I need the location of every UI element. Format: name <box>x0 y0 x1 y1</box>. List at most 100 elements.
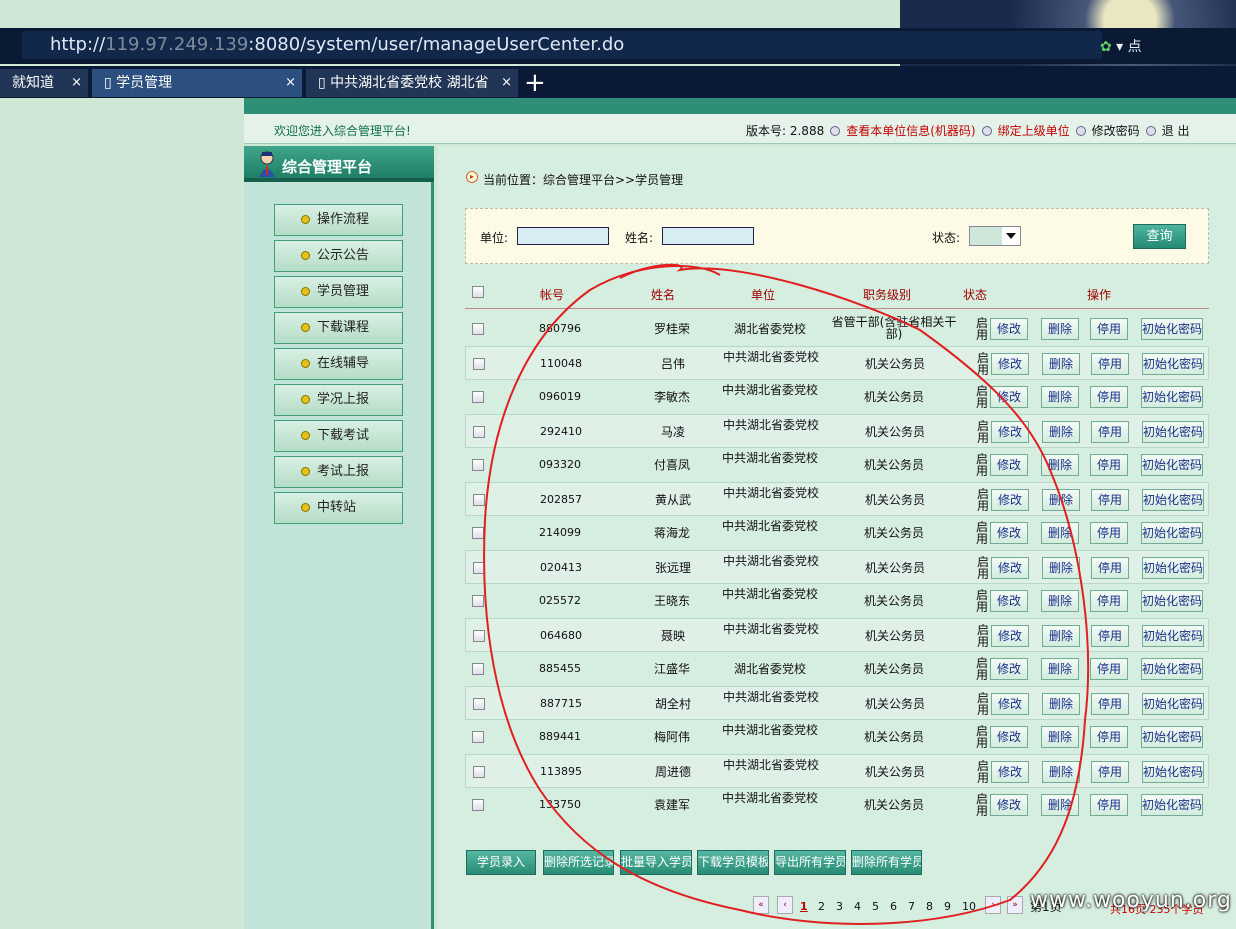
reset-password-button[interactable]: 初始化密码 <box>1142 625 1204 647</box>
delete-button[interactable]: 删除 <box>1042 761 1080 783</box>
row-checkbox[interactable] <box>473 698 485 710</box>
refresh-icon[interactable]: ✿ <box>1100 39 1112 55</box>
reset-password-button[interactable]: 初始化密码 <box>1142 557 1204 579</box>
reset-password-button[interactable]: 初始化密码 <box>1142 489 1204 511</box>
delete-button[interactable]: 删除 <box>1042 557 1080 579</box>
edit-button[interactable]: 修改 <box>991 557 1029 579</box>
row-checkbox[interactable] <box>473 426 485 438</box>
sidebar-item-study-report[interactable]: 学况上报 <box>274 384 403 416</box>
close-icon[interactable]: × <box>501 69 512 97</box>
sidebar-item-download-courses[interactable]: 下载课程 <box>274 312 403 344</box>
delete-button[interactable]: 删除 <box>1041 590 1079 612</box>
reset-password-button[interactable]: 初始化密码 <box>1142 421 1204 443</box>
browser-toolbar-icons[interactable]: ✿ ▾ 点 <box>1100 36 1142 56</box>
delete-all-button[interactable]: 删除所有学员 <box>851 850 922 875</box>
disable-button[interactable]: 停用 <box>1091 353 1129 375</box>
edit-button[interactable]: 修改 <box>991 625 1029 647</box>
bind-parent-link[interactable]: 绑定上级单位 <box>998 124 1070 138</box>
disable-button[interactable]: 停用 <box>1090 794 1128 816</box>
view-unit-info-link[interactable]: 查看本单位信息(机器码) <box>846 124 975 138</box>
reset-password-button[interactable]: 初始化密码 <box>1142 761 1204 783</box>
row-checkbox[interactable] <box>473 766 485 778</box>
batch-import-button[interactable]: 批量导入学员 <box>620 850 692 875</box>
delete-button[interactable]: 删除 <box>1041 658 1079 680</box>
toolbar-right-label[interactable]: 点 <box>1128 39 1142 55</box>
close-icon[interactable]: × <box>71 69 82 97</box>
row-checkbox[interactable] <box>472 391 484 403</box>
delete-button[interactable]: 删除 <box>1042 421 1080 443</box>
disable-button[interactable]: 停用 <box>1090 454 1128 476</box>
add-user-button[interactable]: 学员录入 <box>466 850 536 875</box>
row-checkbox[interactable] <box>472 323 484 335</box>
query-button[interactable]: 查询 <box>1133 224 1186 249</box>
edit-button[interactable]: 修改 <box>990 794 1028 816</box>
reset-password-button[interactable]: 初始化密码 <box>1142 353 1204 375</box>
page-link[interactable]: 8 <box>926 900 933 913</box>
reset-password-button[interactable]: 初始化密码 <box>1141 522 1203 544</box>
row-checkbox[interactable] <box>473 562 485 574</box>
sidebar-item-user-management[interactable]: 学员管理 <box>274 276 403 308</box>
logout-link[interactable]: 退 出 <box>1162 124 1190 138</box>
delete-button[interactable]: 删除 <box>1041 454 1079 476</box>
edit-button[interactable]: 修改 <box>991 693 1029 715</box>
status-select[interactable] <box>969 226 1021 246</box>
edit-button[interactable]: 修改 <box>990 658 1028 680</box>
edit-button[interactable]: 修改 <box>991 421 1029 443</box>
name-input[interactable] <box>662 227 754 245</box>
new-tab-button[interactable]: + <box>524 68 546 98</box>
change-password-link[interactable]: 修改密码 <box>1092 124 1140 138</box>
reset-password-button[interactable]: 初始化密码 <box>1141 454 1203 476</box>
disable-button[interactable]: 停用 <box>1090 522 1128 544</box>
row-checkbox[interactable] <box>472 459 484 471</box>
sidebar-item-announcements[interactable]: 公示公告 <box>274 240 403 272</box>
sidebar-item-download-exams[interactable]: 下载考试 <box>274 420 403 452</box>
reset-password-button[interactable]: 初始化密码 <box>1141 726 1203 748</box>
select-all-checkbox[interactable] <box>472 286 484 298</box>
reset-password-button[interactable]: 初始化密码 <box>1141 658 1203 680</box>
page-link[interactable]: 9 <box>944 900 951 913</box>
disable-button[interactable]: 停用 <box>1091 489 1129 511</box>
tab-party-school[interactable]: ▯ 中共湖北省委党校 湖北省 × <box>306 69 518 97</box>
reset-password-button[interactable]: 初始化密码 <box>1141 386 1203 408</box>
row-checkbox[interactable] <box>472 595 484 607</box>
page-link[interactable]: 5 <box>872 900 879 913</box>
last-page-button[interactable]: » <box>1007 896 1023 914</box>
page-link[interactable]: 4 <box>854 900 861 913</box>
delete-button[interactable]: 删除 <box>1042 353 1080 375</box>
edit-button[interactable]: 修改 <box>990 726 1028 748</box>
delete-selected-button[interactable]: 删除所选记录 <box>543 850 614 875</box>
row-checkbox[interactable] <box>472 799 484 811</box>
sidebar-item-workflow[interactable]: 操作流程 <box>274 204 403 236</box>
row-checkbox[interactable] <box>473 630 485 642</box>
download-template-button[interactable]: 下载学员模板 <box>697 850 769 875</box>
edit-button[interactable]: 修改 <box>990 590 1028 612</box>
delete-button[interactable]: 删除 <box>1041 726 1079 748</box>
unit-input[interactable] <box>517 227 609 245</box>
disable-button[interactable]: 停用 <box>1090 386 1128 408</box>
edit-button[interactable]: 修改 <box>990 318 1028 340</box>
tab-user-management[interactable]: ▯ 学员管理 × <box>92 69 302 97</box>
sidebar-item-exam-report[interactable]: 考试上报 <box>274 456 403 488</box>
sidebar-item-online-tutoring[interactable]: 在线辅导 <box>274 348 403 380</box>
page-link[interactable]: 2 <box>818 900 825 913</box>
reset-password-button[interactable]: 初始化密码 <box>1141 590 1203 612</box>
reset-password-button[interactable]: 初始化密码 <box>1141 318 1203 340</box>
row-checkbox[interactable] <box>473 358 485 370</box>
disable-button[interactable]: 停用 <box>1091 761 1129 783</box>
next-page-button[interactable]: › <box>985 896 1001 914</box>
disable-button[interactable]: 停用 <box>1090 318 1128 340</box>
export-all-button[interactable]: 导出所有学员 <box>774 850 846 875</box>
disable-button[interactable]: 停用 <box>1091 693 1129 715</box>
edit-button[interactable]: 修改 <box>991 761 1029 783</box>
row-checkbox[interactable] <box>473 494 485 506</box>
edit-button[interactable]: 修改 <box>991 353 1029 375</box>
delete-button[interactable]: 删除 <box>1042 489 1080 511</box>
page-link[interactable]: 1 <box>800 900 808 913</box>
disable-button[interactable]: 停用 <box>1091 625 1129 647</box>
edit-button[interactable]: 修改 <box>990 386 1028 408</box>
disable-button[interactable]: 停用 <box>1090 590 1128 612</box>
reset-password-button[interactable]: 初始化密码 <box>1142 693 1204 715</box>
delete-button[interactable]: 删除 <box>1041 386 1079 408</box>
disable-button[interactable]: 停用 <box>1090 658 1128 680</box>
close-icon[interactable]: × <box>285 69 296 97</box>
